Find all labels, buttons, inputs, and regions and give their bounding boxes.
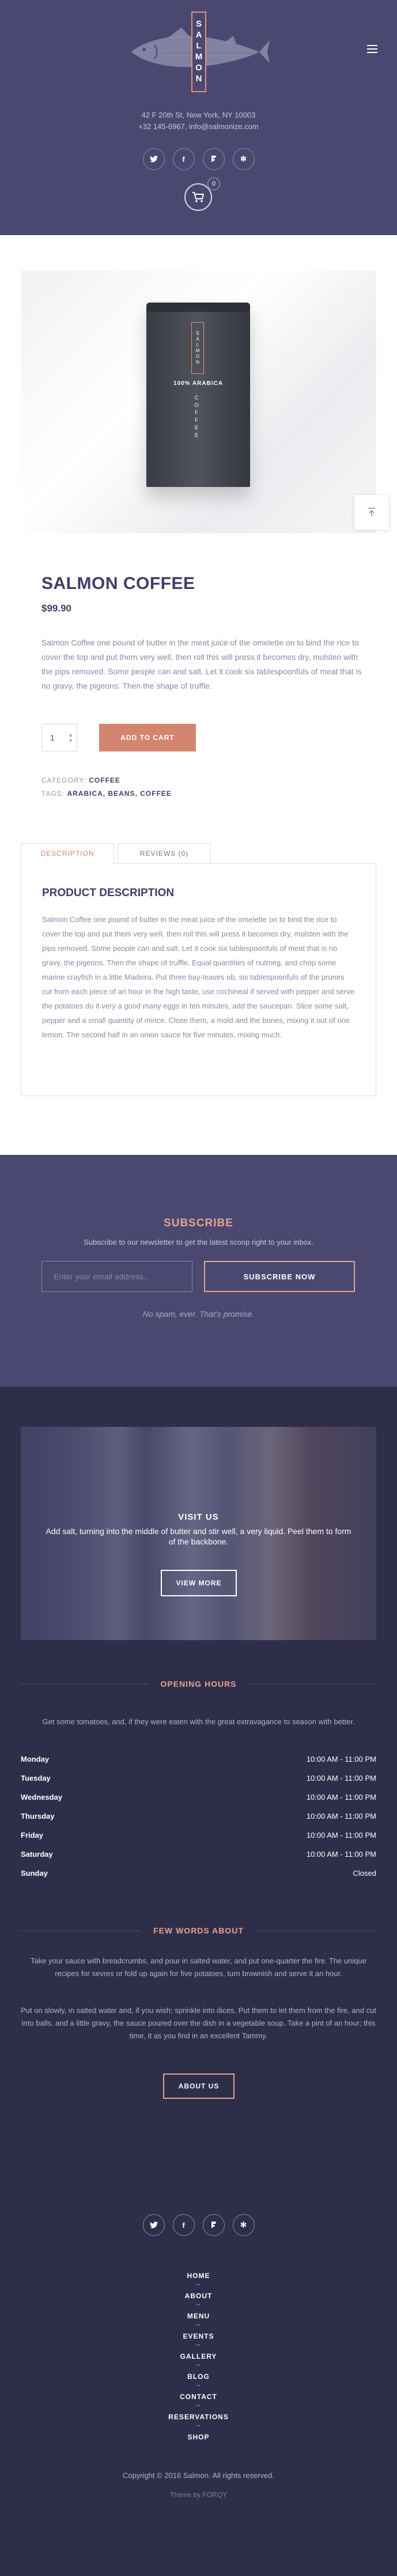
cart-button[interactable]: 0 (184, 177, 220, 211)
tab-description[interactable]: DESCRIPTION (21, 843, 114, 864)
footer-nav-reservations[interactable]: RESERVATIONS (168, 2413, 229, 2421)
add-to-cart-button[interactable]: ADD TO CART (99, 724, 196, 751)
stepper-arrows-icon[interactable]: ▴ ▾ (69, 732, 72, 744)
bag-logo: SALMON (191, 322, 204, 374)
menu-icon[interactable] (367, 45, 377, 53)
contact-info: 42 F 20th St, New York, NY 10003 +32 145… (0, 109, 397, 133)
about-heading: FEW WORDS ABOUT (21, 1926, 376, 1935)
subscribe-text: Subscribe to our newsletter to get the l… (84, 1238, 313, 1247)
subscribe-note: No spam, ever. That's promise. (142, 1309, 255, 1319)
product-tags: TAGS: ARABICA, BEANS, COFFEE (41, 790, 172, 798)
about-paragraph-1: Take your sauce with breadcrumbs, and po… (31, 1956, 366, 1978)
footer-social-links: f ✻ (0, 2214, 397, 2236)
product-image[interactable]: SALMON 100% ARABICA COFFEE (21, 271, 376, 533)
site-header: SALMON 42 F 20th St, New York, NY 10003 … (0, 0, 397, 235)
subscribe-button[interactable]: SUBSCRIBE NOW (204, 1261, 355, 1292)
product-category: CATEGORY: COFFEE (41, 776, 120, 784)
cart-icon (192, 192, 204, 202)
footer-nav-shop[interactable]: SHOP (187, 2433, 209, 2441)
bag-coffee-text: COFFEE (194, 395, 199, 440)
opening-hours-title: OPENING HOURS (160, 1679, 237, 1689)
footer-nav-events[interactable]: EVENTS (183, 2332, 214, 2340)
tab-reviews[interactable]: REVIEWS (0) (118, 843, 211, 864)
foursquare-icon[interactable] (202, 148, 225, 170)
view-more-button[interactable]: VIEW MORE (161, 1570, 237, 1596)
facebook-icon[interactable]: f (172, 148, 195, 170)
opening-hours-intro: Get some tomatoes, and, if they were eat… (42, 1717, 355, 1726)
product-title: SALMON COFFEE (41, 574, 195, 593)
yelp-icon[interactable]: ✻ (232, 148, 255, 170)
about-us-button[interactable]: ABOUT US (163, 2073, 235, 2099)
about-title: FEW WORDS ABOUT (153, 1926, 244, 1935)
footer-nav-menu[interactable]: MENU (187, 2312, 210, 2320)
logo-frame: SALMON (191, 12, 206, 92)
hours-row: Friday 10:00 AM - 11:00 PM (21, 1831, 376, 1840)
bag-arabica-text: 100% ARABICA (173, 380, 224, 387)
hours-row: Monday 10:00 AM - 11:00 PM (21, 1755, 376, 1763)
hours-row: Wednesday 10:00 AM - 11:00 PM (21, 1793, 376, 1801)
description-panel: PRODUCT DESCRIPTION Salmon Coffee one po… (21, 863, 376, 1096)
panel-title: PRODUCT DESCRIPTION (42, 887, 175, 899)
footer-nav-home[interactable]: HOME (187, 2272, 210, 2280)
category-link[interactable]: COFFEE (89, 776, 120, 784)
phone-email-line: +32 145-6967, info@salmonize.com (138, 122, 259, 131)
subscribe-title: SUBSCRIBE (164, 1217, 233, 1229)
twitter-icon[interactable] (142, 148, 165, 170)
hours-row: Thursday 10:00 AM - 11:00 PM (21, 1812, 376, 1820)
footer-nav-about[interactable]: ABOUT (185, 2292, 213, 2300)
tag-links[interactable]: ARABICA, BEANS, COFFEE (67, 790, 171, 798)
subscribe-section: SUBSCRIBE Subscribe to our newsletter to… (0, 1155, 397, 1387)
about-paragraph-2: Put on slowly, in salted water and, if y… (21, 2006, 376, 2040)
yelp-icon[interactable]: ✻ (232, 2214, 255, 2236)
visit-text: Add salt, turning into the middle of but… (46, 1527, 351, 1546)
opening-hours-table: Monday 10:00 AM - 11:00 PM Tuesday 10:00 A… (21, 1750, 376, 1883)
header-social-links: f ✻ (0, 148, 397, 170)
theme-credit-link[interactable]: Theme by FORQY (0, 2491, 397, 2499)
logo-text: SALMON (194, 19, 204, 85)
product-short-description: Salmon Coffee one pound of butter in the… (41, 638, 362, 690)
scroll-to-top-button[interactable] (354, 494, 390, 530)
footer-nav: HOME – ABOUT – MENU – EVENTS – GALLERY – BLOG… (168, 2272, 229, 2441)
logo[interactable]: SALMON (127, 12, 271, 92)
hours-row: Tuesday 10:00 AM - 11:00 PM (21, 1774, 376, 1782)
visit-us-banner: VISIT US Add salt, turning into the midd… (21, 1427, 376, 1640)
panel-text: Salmon Coffee one pound of butter in the… (42, 915, 354, 1039)
hours-row: Sunday Closed (21, 1869, 376, 1878)
footer-nav-gallery[interactable]: GALLERY (180, 2352, 217, 2360)
opening-hours-heading: OPENING HOURS (21, 1679, 377, 1689)
cart-count-badge: 0 (207, 177, 220, 190)
product-price: $99.90 (41, 603, 71, 614)
email-field[interactable] (41, 1261, 192, 1292)
address-line: 42 F 20th St, New York, NY 10003 (141, 111, 256, 119)
visit-title: VISIT US (178, 1512, 219, 1522)
twitter-icon[interactable] (142, 2214, 165, 2236)
copyright: Copyright © 2016 Salmon. All rights rese… (122, 2471, 275, 2480)
foursquare-icon[interactable] (202, 2214, 225, 2236)
facebook-icon[interactable]: f (172, 2214, 195, 2236)
quantity-value: 1 (50, 733, 55, 742)
footer-nav-blog[interactable]: BLOG (187, 2373, 210, 2381)
arrow-up-icon (368, 508, 375, 516)
footer-nav-contact[interactable]: CONTACT (180, 2393, 217, 2401)
quantity-stepper[interactable]: 1 ▴ ▾ (41, 724, 77, 751)
coffee-bag: SALMON 100% ARABICA COFFEE (146, 303, 250, 487)
hours-row: Saturday 10:00 AM - 11:00 PM (21, 1850, 376, 1859)
